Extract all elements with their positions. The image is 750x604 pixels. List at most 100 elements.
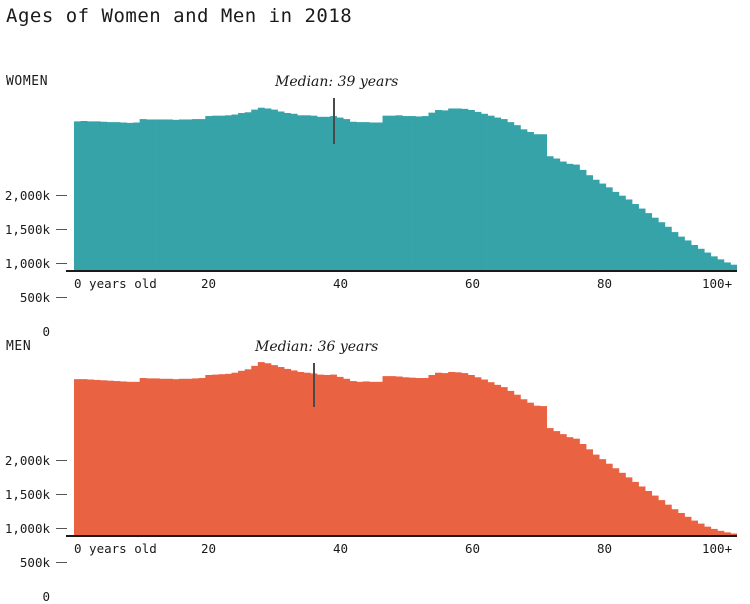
histogram-bar xyxy=(520,399,528,535)
histogram-bar xyxy=(159,119,167,270)
histogram-bar xyxy=(559,161,567,270)
histogram-bar xyxy=(717,259,725,270)
histogram-bar xyxy=(421,116,429,270)
histogram-bar xyxy=(264,108,272,270)
histogram-bar xyxy=(572,164,580,270)
histogram-bar xyxy=(152,119,160,270)
histogram-bar xyxy=(402,377,410,535)
y-tick-men-3: 500k xyxy=(20,556,67,570)
histogram-bar xyxy=(106,122,114,270)
histogram-bar xyxy=(179,378,186,535)
histogram-bar xyxy=(172,119,180,270)
histogram-bar xyxy=(323,374,331,535)
histogram-bar xyxy=(205,374,213,535)
histogram-bar xyxy=(277,367,285,535)
histogram-bar xyxy=(349,121,357,270)
histogram-bar xyxy=(605,187,613,270)
histogram-bar xyxy=(87,379,95,535)
histogram-bar xyxy=(316,116,324,270)
histogram-bar xyxy=(441,373,449,535)
histogram-bar xyxy=(480,113,488,270)
histogram-bar xyxy=(500,119,508,270)
y-tick-women-0: 2,000k xyxy=(5,189,67,203)
y-tick-women-1: 1,500k xyxy=(5,223,67,237)
histogram-bar xyxy=(540,134,548,270)
x-tick-men-1: 20 xyxy=(201,541,217,556)
histogram-bar xyxy=(467,374,475,535)
chart-panel-men: MEN 2,000k 1,500k 1,000k 500k 0 Median: … xyxy=(0,325,750,603)
histogram-bar xyxy=(211,374,219,535)
histogram-bar xyxy=(343,119,351,270)
histogram-bar xyxy=(224,373,232,535)
histogram-bar xyxy=(251,109,259,270)
histogram-bar xyxy=(520,129,528,270)
histogram-bar xyxy=(290,370,298,535)
histogram-bar xyxy=(651,495,659,535)
histogram-bar xyxy=(645,213,653,270)
histogram-bar xyxy=(592,454,600,535)
histogram-bar xyxy=(152,378,160,535)
x-tick-women-2: 40 xyxy=(333,276,349,291)
histogram-bar xyxy=(480,379,488,535)
histogram-bar xyxy=(638,208,646,270)
histogram-bar xyxy=(599,459,607,535)
histogram-bar xyxy=(218,115,226,270)
histogram-bar xyxy=(185,119,193,270)
histogram-bar xyxy=(553,158,561,270)
histogram-bar xyxy=(389,115,397,270)
histogram-bar xyxy=(651,217,659,270)
histogram-bar xyxy=(270,109,278,270)
histogram-bar xyxy=(270,365,278,535)
histogram-bar xyxy=(224,115,232,270)
histogram-bar xyxy=(244,369,252,535)
histogram-bar xyxy=(697,523,705,535)
histogram-bar xyxy=(671,232,679,270)
histogram-bar xyxy=(74,379,81,535)
histogram-bar xyxy=(192,119,200,270)
y-tick-dash xyxy=(56,229,67,230)
histogram-bar xyxy=(100,121,108,270)
histogram-bar xyxy=(513,394,521,535)
histogram-bar xyxy=(474,377,482,535)
histogram-bar xyxy=(297,115,305,270)
median-line-women xyxy=(333,98,335,144)
histogram-bar xyxy=(645,491,653,535)
histogram-bar xyxy=(323,116,331,270)
histogram-bar xyxy=(375,122,383,270)
x-tick-women-0: 0 years old xyxy=(74,276,157,291)
histogram-bar xyxy=(631,204,639,270)
y-tick-dash xyxy=(56,263,67,264)
y-tick-dash xyxy=(56,297,67,298)
x-tick-men-5: 100+ xyxy=(702,541,733,556)
y-tick-dash xyxy=(56,460,67,461)
x-tick-women-1: 20 xyxy=(201,276,217,291)
histogram-bar xyxy=(198,119,206,270)
histogram-bar xyxy=(435,372,442,535)
histogram-bar xyxy=(100,380,108,535)
histogram-bar xyxy=(126,122,134,270)
x-tick-men-0: 0 years old xyxy=(74,541,157,556)
histogram-bar xyxy=(264,363,272,535)
y-tick-dash xyxy=(56,528,67,529)
x-tick-men-3: 60 xyxy=(465,541,481,556)
histogram-bar xyxy=(113,381,121,535)
histogram-bar xyxy=(507,390,515,535)
histogram-bar xyxy=(402,116,410,270)
histogram-bar xyxy=(507,122,515,270)
histogram-bar xyxy=(93,121,101,270)
chart-panel-women: WOMEN 2,000k 1,500k 1,000k 500k 0 Median… xyxy=(0,60,750,338)
histogram-bar xyxy=(251,365,259,535)
median-line-men xyxy=(313,363,315,407)
histogram-bar xyxy=(139,378,147,535)
histogram-bar xyxy=(533,134,541,270)
histogram-bar xyxy=(586,175,593,270)
histogram-bar xyxy=(87,121,95,270)
histogram-bar xyxy=(533,405,541,535)
median-label-women: Median: 39 years xyxy=(275,74,399,90)
histogram-bar xyxy=(664,226,672,270)
histogram-bar xyxy=(428,112,436,270)
histogram-bar xyxy=(421,378,429,535)
histogram-bar xyxy=(500,387,508,535)
histogram-bar xyxy=(185,378,193,535)
histogram-bar xyxy=(572,438,580,535)
